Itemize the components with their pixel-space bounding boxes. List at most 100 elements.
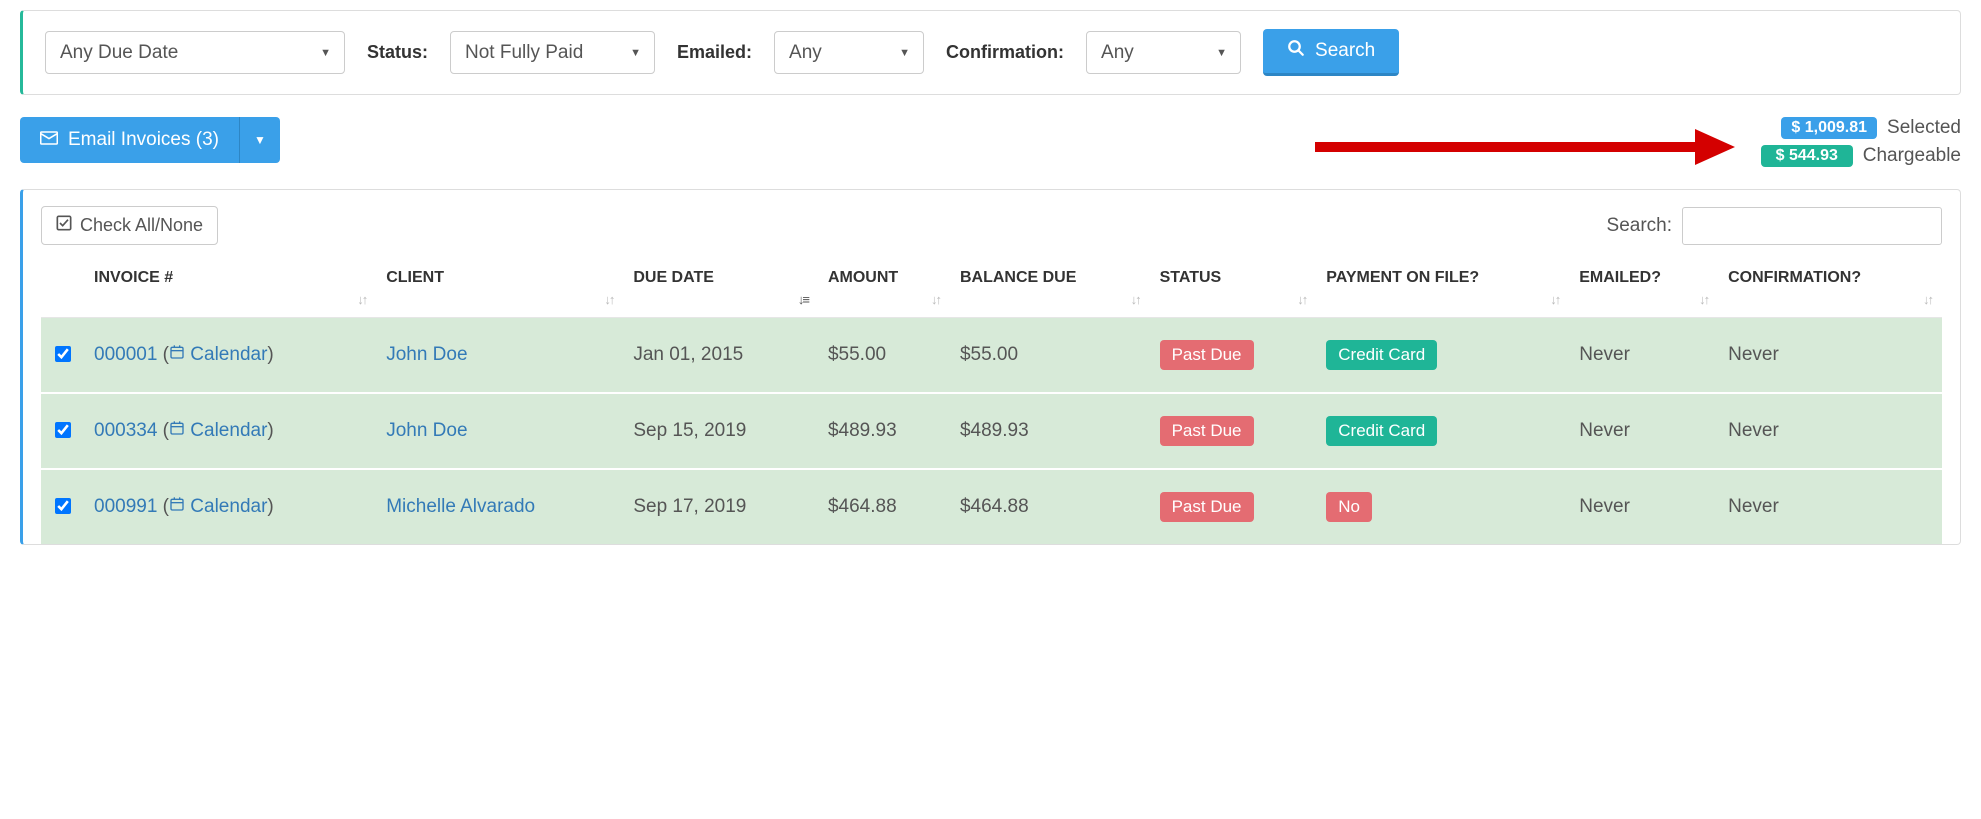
calendar-link[interactable]: Calendar bbox=[190, 496, 267, 517]
check-all-label: Check All/None bbox=[80, 215, 203, 236]
action-row: Email Invoices (3) ▼ $ 1,009.81 Selected… bbox=[20, 117, 1961, 171]
cell-balance: $464.88 bbox=[950, 469, 1150, 544]
email-invoices-dropdown[interactable]: ▼ bbox=[240, 117, 280, 163]
emailed-label: Emailed: bbox=[677, 42, 752, 63]
due-date-select-wrap: Any Due Date bbox=[45, 31, 345, 74]
sort-icon: ↓↑ bbox=[357, 292, 366, 307]
sort-icon: ↓↑ bbox=[1297, 292, 1306, 307]
invoice-number-link[interactable]: 000991 bbox=[94, 496, 157, 517]
payment-badge: Credit Card bbox=[1326, 340, 1437, 370]
col-checkbox bbox=[41, 255, 84, 318]
confirmation-label: Confirmation: bbox=[946, 42, 1064, 63]
search-button[interactable]: Search bbox=[1263, 29, 1399, 76]
col-amount[interactable]: AMOUNT↓↑ bbox=[818, 255, 950, 318]
payment-badge: No bbox=[1326, 492, 1372, 522]
cell-due: Sep 17, 2019 bbox=[623, 469, 818, 544]
calendar-link[interactable]: Calendar bbox=[190, 420, 267, 441]
col-due[interactable]: DUE DATE↓≡ bbox=[623, 255, 818, 318]
col-status[interactable]: STATUS↓↑ bbox=[1150, 255, 1317, 318]
cell-client: John Doe bbox=[376, 393, 623, 469]
status-badge: Past Due bbox=[1160, 492, 1254, 522]
confirmation-select[interactable]: Any bbox=[1086, 31, 1241, 74]
envelope-icon bbox=[40, 129, 58, 151]
chargeable-amount-pill: $ 544.93 bbox=[1761, 145, 1853, 167]
invoice-number-link[interactable]: 000334 bbox=[94, 420, 157, 441]
filter-panel: Any Due Date Status: Not Fully Paid Emai… bbox=[20, 10, 1961, 95]
table-search-input[interactable] bbox=[1682, 207, 1942, 245]
payment-badge: Credit Card bbox=[1326, 416, 1437, 446]
cell-emailed: Never bbox=[1569, 393, 1718, 469]
due-date-select[interactable]: Any Due Date bbox=[45, 31, 345, 74]
invoice-number-link[interactable]: 000001 bbox=[94, 344, 157, 365]
sort-icon: ↓↑ bbox=[1550, 292, 1559, 307]
col-emailed[interactable]: EMAILED?↓↑ bbox=[1569, 255, 1718, 318]
totals-block: $ 1,009.81 Selected $ 544.93 Chargeable bbox=[1761, 117, 1961, 167]
col-payment[interactable]: PAYMENT ON FILE?↓↑ bbox=[1316, 255, 1569, 318]
calendar-icon bbox=[169, 496, 185, 517]
sort-icon: ↓↑ bbox=[604, 292, 613, 307]
invoices-table: INVOICE #↓↑ CLIENT↓↑ DUE DATE↓≡ AMOUNT↓↑… bbox=[41, 255, 1942, 544]
cell-status: Past Due bbox=[1150, 393, 1317, 469]
cell-confirm: Never bbox=[1718, 318, 1942, 394]
calendar-icon bbox=[169, 344, 185, 365]
status-label: Status: bbox=[367, 42, 428, 63]
calendar-link[interactable]: Calendar bbox=[190, 344, 267, 365]
email-invoices-group: Email Invoices (3) ▼ bbox=[20, 117, 280, 163]
cell-balance: $489.93 bbox=[950, 393, 1150, 469]
annotation-arrow bbox=[296, 117, 1745, 171]
client-link[interactable]: John Doe bbox=[386, 420, 467, 441]
cell-client: Michelle Alvarado bbox=[376, 469, 623, 544]
table-top-bar: Check All/None Search: bbox=[41, 206, 1942, 245]
sort-icon: ↓↑ bbox=[1923, 292, 1932, 307]
sort-icon: ↓↑ bbox=[1699, 292, 1708, 307]
cell-confirm: Never bbox=[1718, 469, 1942, 544]
status-select[interactable]: Not Fully Paid bbox=[450, 31, 655, 74]
confirmation-select-wrap: Any bbox=[1086, 31, 1241, 74]
col-balance[interactable]: BALANCE DUE↓↑ bbox=[950, 255, 1150, 318]
cell-balance: $55.00 bbox=[950, 318, 1150, 394]
row-checkbox[interactable] bbox=[55, 422, 71, 438]
calendar-icon bbox=[169, 420, 185, 441]
emailed-select[interactable]: Any bbox=[774, 31, 924, 74]
cell-payment: Credit Card bbox=[1316, 393, 1569, 469]
col-invoice[interactable]: INVOICE #↓↑ bbox=[84, 255, 376, 318]
table-row: 000001 ( Calendar)John DoeJan 01, 2015$5… bbox=[41, 318, 1942, 394]
selected-amount-pill: $ 1,009.81 bbox=[1781, 117, 1877, 139]
table-row: 000991 ( Calendar) Michelle Alvarado Sep 1… bbox=[41, 469, 1942, 544]
cell-due: Sep 15, 2019 bbox=[623, 393, 818, 469]
row-checkbox[interactable] bbox=[55, 346, 71, 362]
selected-label: Selected bbox=[1887, 117, 1961, 139]
sort-icon: ↓↑ bbox=[931, 292, 940, 307]
cell-payment: Credit Card bbox=[1316, 318, 1569, 394]
cell-amount: $489.93 bbox=[818, 393, 950, 469]
table-search: Search: bbox=[1607, 207, 1942, 245]
client-link[interactable]: Michelle Alvarado bbox=[386, 496, 535, 517]
status-select-wrap: Not Fully Paid bbox=[450, 31, 655, 74]
sort-icon: ↓≡ bbox=[798, 292, 808, 307]
status-badge: Past Due bbox=[1160, 416, 1254, 446]
cell-invoice: 000001 ( Calendar) bbox=[84, 318, 376, 394]
table-row: 000334 ( Calendar)John DoeSep 15, 2019$4… bbox=[41, 393, 1942, 469]
selected-total-row: $ 1,009.81 Selected bbox=[1761, 117, 1961, 139]
row-checkbox[interactable] bbox=[55, 498, 71, 514]
cell-amount: $55.00 bbox=[818, 318, 950, 394]
cell-payment: No bbox=[1316, 469, 1569, 544]
cell-confirm: Never bbox=[1718, 393, 1942, 469]
chargeable-total-row: $ 544.93 Chargeable bbox=[1761, 145, 1961, 167]
sort-icon: ↓↑ bbox=[1131, 292, 1140, 307]
search-icon bbox=[1287, 39, 1305, 63]
cell-invoice: 000991 ( Calendar) bbox=[84, 469, 376, 544]
cell-emailed: Never bbox=[1569, 318, 1718, 394]
check-all-button[interactable]: Check All/None bbox=[41, 206, 218, 245]
cell-status: Past Due bbox=[1150, 318, 1317, 394]
email-invoices-button[interactable]: Email Invoices (3) bbox=[20, 117, 240, 163]
cell-status: Past Due bbox=[1150, 469, 1317, 544]
email-invoices-label: Email Invoices (3) bbox=[68, 129, 219, 151]
emailed-select-wrap: Any bbox=[774, 31, 924, 74]
checkbox-icon bbox=[56, 215, 72, 236]
col-confirm[interactable]: CONFIRMATION?↓↑ bbox=[1718, 255, 1942, 318]
cell-invoice: 000334 ( Calendar) bbox=[84, 393, 376, 469]
cell-emailed: Never bbox=[1569, 469, 1718, 544]
col-client[interactable]: CLIENT↓↑ bbox=[376, 255, 623, 318]
client-link[interactable]: John Doe bbox=[386, 344, 467, 365]
